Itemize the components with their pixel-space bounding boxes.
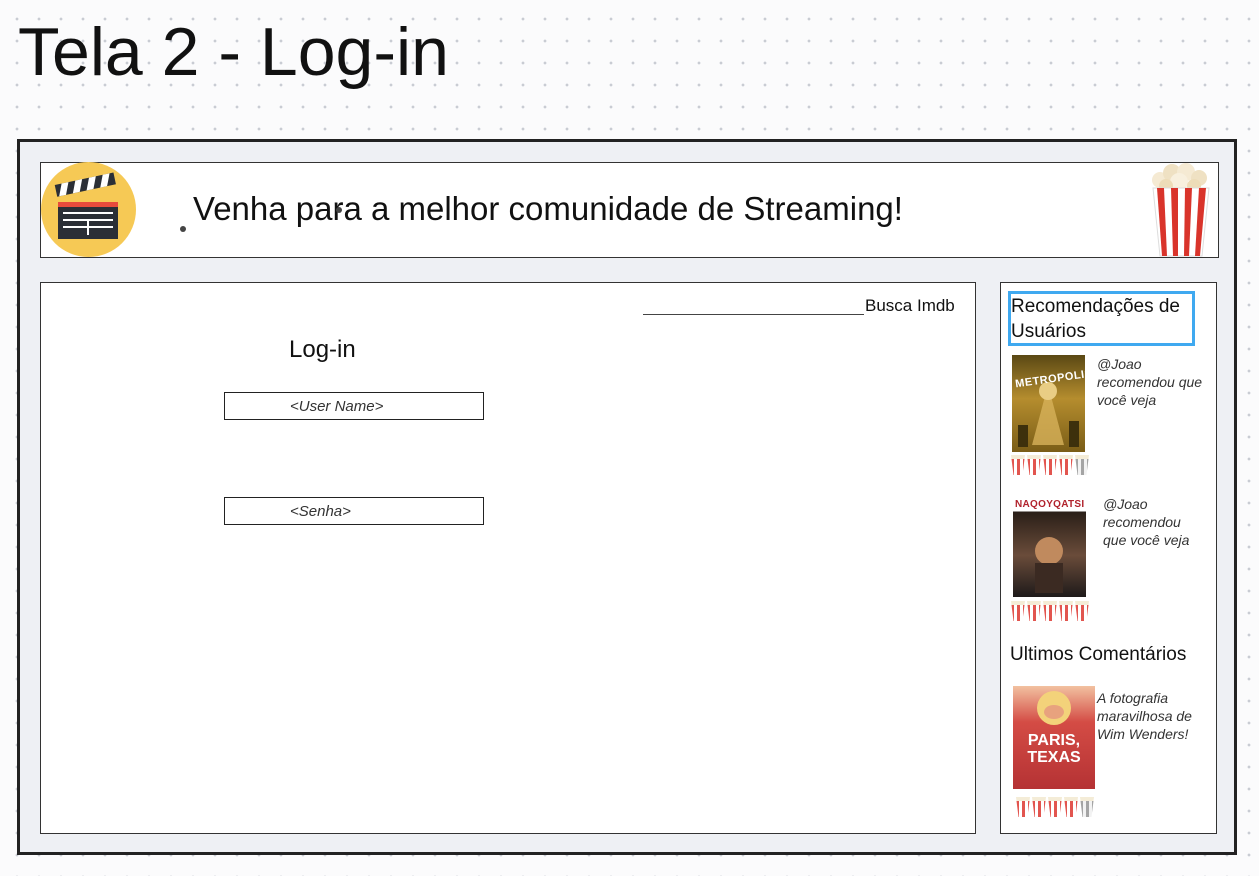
popcorn-bucket-icon [1075, 601, 1089, 621]
popcorn-bucket-icon [1059, 455, 1073, 475]
recommendations-title: Recomendações de Usuários [1011, 296, 1180, 342]
search-input[interactable] [643, 294, 864, 315]
password-placeholder: <Senha> [290, 503, 351, 520]
clapperboard-icon[interactable] [41, 162, 136, 257]
page-title: Tela 2 - Log-in [18, 14, 449, 90]
popcorn-icon [1148, 162, 1214, 257]
comments-title: Ultimos Comentários [1010, 644, 1187, 665]
comment-note: A fotografia maravilhosa de Wim Wenders! [1097, 690, 1192, 742]
main-panel [40, 282, 976, 834]
popcorn-bucket-icon [1027, 455, 1041, 475]
popcorn-bucket-icon [1059, 601, 1073, 621]
stray-dot [336, 207, 342, 213]
poster-title: PARIS, TEXAS [1027, 732, 1081, 766]
stray-dot [180, 226, 186, 232]
popcorn-bucket-icon [1011, 601, 1025, 621]
rating [1011, 601, 1089, 621]
popcorn-bucket-icon [1032, 797, 1046, 817]
recommendation-note: @Joao recomendou que você veja [1097, 356, 1203, 408]
password-field[interactable]: <Senha> [224, 497, 484, 525]
username-field[interactable]: <User Name> [224, 392, 484, 420]
header-tagline: Venha para a melhor comunidade de Stream… [193, 190, 903, 227]
popcorn-bucket-icon [1064, 797, 1078, 817]
popcorn-bucket-icon [1016, 797, 1030, 817]
rating [1011, 455, 1089, 475]
poster-title: NAQOYQATSI [1015, 499, 1085, 510]
popcorn-bucket-icon [1080, 797, 1094, 817]
popcorn-bucket-icon [1043, 455, 1057, 475]
movie-poster[interactable]: NAQOYQATSI [1013, 493, 1086, 597]
popcorn-bucket-icon [1075, 455, 1089, 475]
movie-poster[interactable]: METROPOLIS [1012, 355, 1085, 452]
popcorn-bucket-icon [1011, 455, 1025, 475]
popcorn-bucket-icon [1043, 601, 1057, 621]
movie-poster[interactable]: PARIS, TEXAS [1013, 686, 1095, 789]
popcorn-bucket-icon [1048, 797, 1062, 817]
search-label[interactable]: Busca Imdb [865, 296, 955, 316]
username-placeholder: <User Name> [290, 398, 384, 415]
login-heading: Log-in [289, 336, 356, 363]
popcorn-bucket-icon [1027, 601, 1041, 621]
recommendation-note: @Joao recomendou que você veja [1103, 496, 1190, 548]
rating [1016, 797, 1094, 817]
